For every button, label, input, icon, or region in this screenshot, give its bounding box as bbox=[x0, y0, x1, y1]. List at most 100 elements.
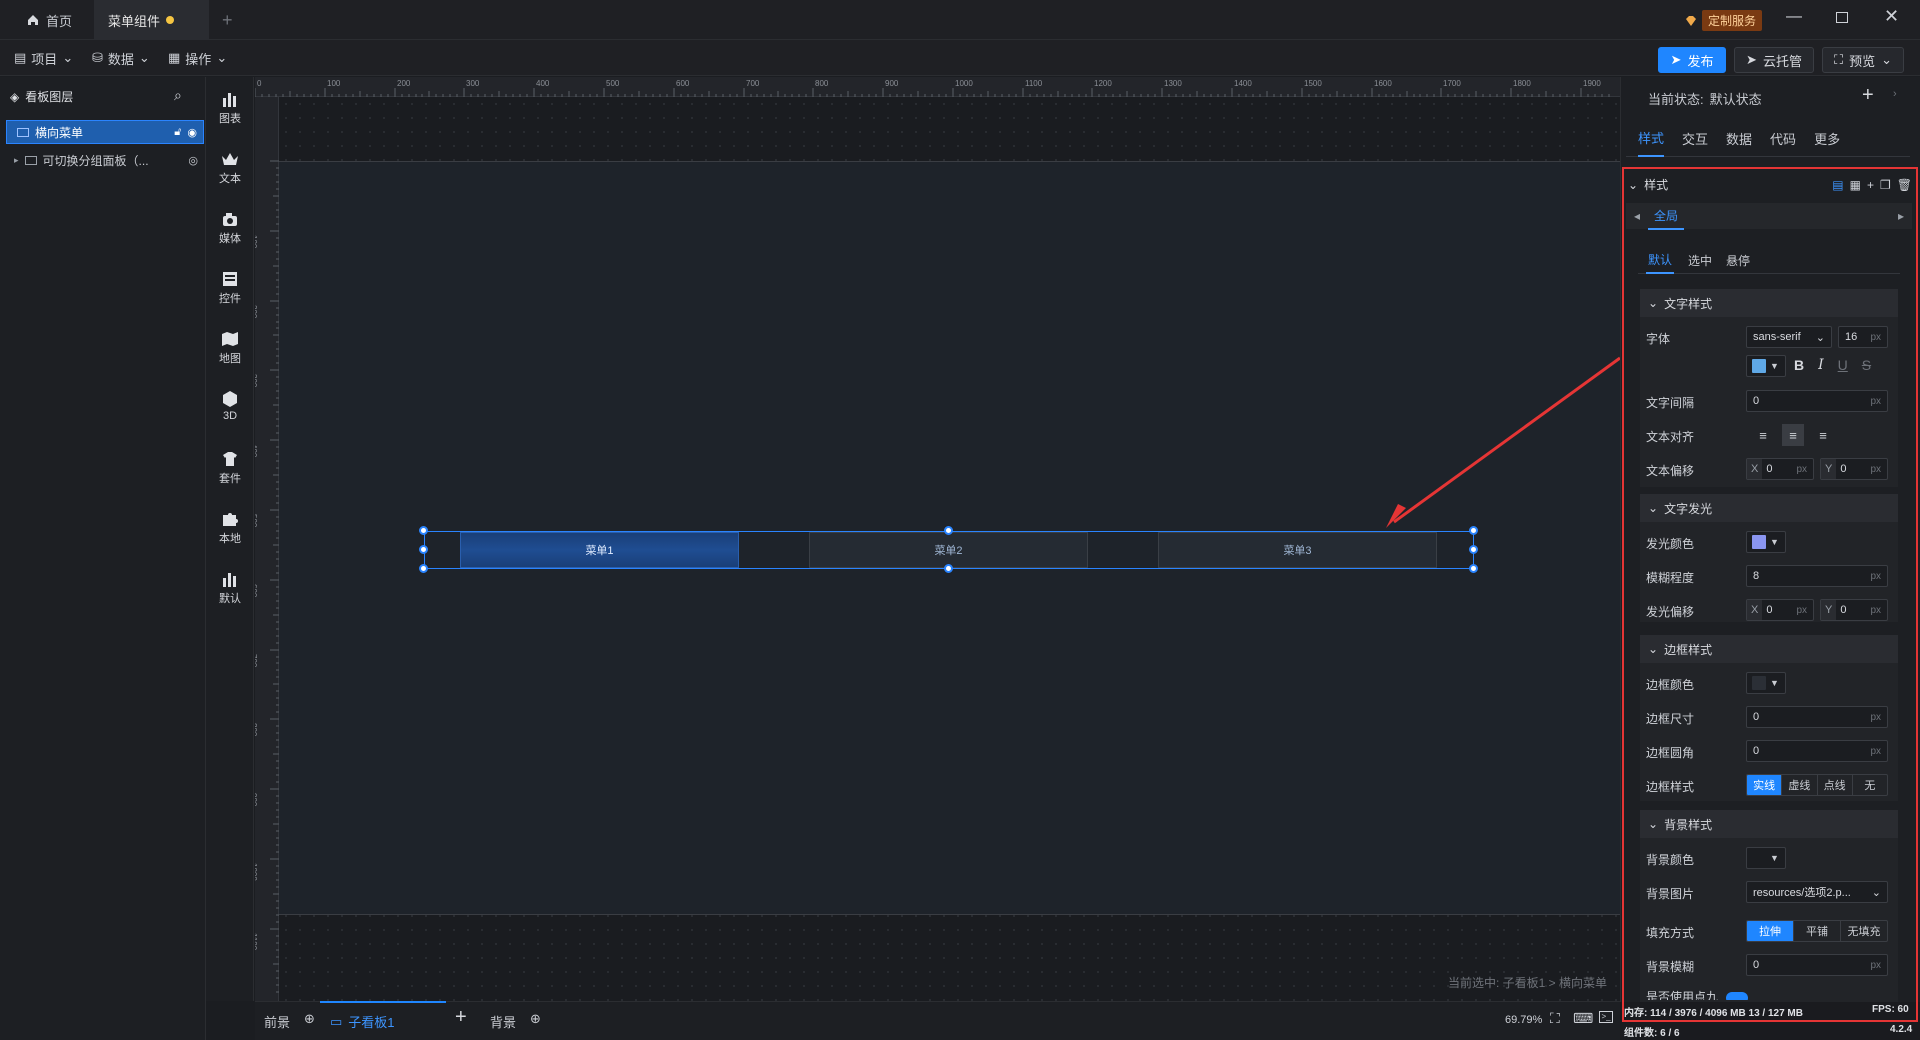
glow-offset-y-input[interactable]: Y 0 px bbox=[1820, 599, 1888, 621]
tab-menu-component[interactable]: 菜单组件 bbox=[94, 0, 209, 40]
publish-button[interactable]: ➤ 发布 bbox=[1658, 47, 1726, 73]
border-style-none[interactable]: 无 bbox=[1853, 775, 1887, 795]
letter-spacing-input[interactable]: 0 px bbox=[1746, 390, 1888, 412]
tool-chart[interactable]: 图表 bbox=[206, 90, 254, 126]
text-color-picker[interactable]: ▼ bbox=[1746, 355, 1786, 377]
border-radius-input[interactable]: 0 px bbox=[1746, 740, 1888, 762]
eye-off-icon[interactable]: ◎ bbox=[188, 154, 198, 167]
layer-item-group-panel[interactable]: ▸ 可切换分组面板（... ◎ bbox=[6, 148, 204, 172]
bg-blur-input[interactable]: 0 px bbox=[1746, 954, 1888, 976]
strikethrough-icon[interactable]: S bbox=[1862, 357, 1871, 373]
board-tab[interactable]: ▭ 子看板1 bbox=[320, 1001, 446, 1040]
border-style-dotted[interactable]: 点线 bbox=[1818, 775, 1853, 795]
border-style-solid[interactable]: 实线 bbox=[1747, 775, 1783, 795]
nine-patch-toggle[interactable] bbox=[1726, 992, 1749, 1000]
ops-menu[interactable]: ▦ 操作 ⌄ bbox=[168, 46, 227, 70]
tool-local[interactable]: 本地 bbox=[206, 510, 254, 546]
tool-control[interactable]: 控件 bbox=[206, 270, 254, 306]
resize-handle-w[interactable] bbox=[419, 545, 428, 554]
zoom-level[interactable]: 69.79% bbox=[1505, 1014, 1542, 1026]
tool-media[interactable]: 媒体 bbox=[206, 210, 254, 246]
glow-color-picker[interactable]: ▼ bbox=[1746, 531, 1786, 553]
background-header[interactable]: ⌄ 背景样式 bbox=[1640, 810, 1898, 838]
preview-button[interactable]: ⛶ 预览 ⌄ bbox=[1822, 47, 1904, 73]
unlock-icon[interactable]: 🔓︎ bbox=[174, 126, 181, 139]
chevron-right-icon[interactable]: › bbox=[1893, 88, 1897, 100]
background-layer-tab[interactable]: 背景 ⊕ bbox=[490, 1011, 541, 1031]
align-right-icon[interactable]: ≡ bbox=[1812, 424, 1834, 446]
resize-handle-sw[interactable] bbox=[419, 564, 428, 573]
glow-header[interactable]: ⌄ 文字发光 bbox=[1640, 494, 1898, 522]
grid-icon[interactable]: ▦ bbox=[1850, 178, 1861, 192]
resize-handle-s[interactable] bbox=[944, 564, 953, 573]
border-header[interactable]: ⌄ 边框样式 bbox=[1640, 635, 1898, 663]
tab-code[interactable]: 代码 bbox=[1770, 129, 1796, 148]
layer-item-horizontal-menu[interactable]: 横向菜单 🔓︎ ◉ bbox=[6, 120, 204, 144]
terminal-icon[interactable]: >_ bbox=[1599, 1011, 1613, 1023]
italic-icon[interactable]: I bbox=[1818, 357, 1824, 373]
menu-item-1[interactable]: 菜单1 bbox=[460, 532, 739, 568]
custom-service-button[interactable]: 定制服务 bbox=[1684, 10, 1763, 31]
fill-none[interactable]: 无填充 bbox=[1841, 921, 1887, 941]
font-size-input[interactable]: 16 px bbox=[1838, 326, 1888, 348]
fit-screen-icon[interactable]: ⛶ bbox=[1550, 1010, 1560, 1027]
tool-text[interactable]: 文本 bbox=[206, 150, 254, 186]
font-family-select[interactable]: sans-serif ⌄ bbox=[1746, 326, 1832, 348]
border-size-input[interactable]: 0 px bbox=[1746, 706, 1888, 728]
resize-handle-se[interactable] bbox=[1469, 564, 1478, 573]
text-offset-y-input[interactable]: Y 0 px bbox=[1820, 458, 1888, 480]
tool-map[interactable]: 地图 bbox=[206, 330, 254, 366]
expand-arrow-icon[interactable]: ▸ bbox=[14, 155, 19, 166]
search-icon[interactable]: ⌕ bbox=[174, 87, 182, 104]
add-circle-icon[interactable]: ⊕ bbox=[304, 1011, 315, 1027]
tab-interaction[interactable]: 交互 bbox=[1682, 129, 1708, 148]
tab-more[interactable]: 更多 bbox=[1814, 129, 1840, 148]
cloud-button[interactable]: ➤ 云托管 bbox=[1734, 47, 1814, 73]
scope-tab-global[interactable]: 全局 bbox=[1648, 203, 1685, 230]
resize-handle-n[interactable] bbox=[944, 526, 953, 535]
border-style-dashed[interactable]: 虚线 bbox=[1782, 775, 1818, 795]
underline-icon[interactable]: U bbox=[1838, 357, 1848, 373]
text-offset-x-input[interactable]: X 0 px bbox=[1746, 458, 1814, 480]
fill-stretch[interactable]: 拉伸 bbox=[1747, 921, 1794, 941]
state-tab-default[interactable]: 默认 bbox=[1646, 247, 1675, 274]
style-section-header[interactable]: ⌄ 样式 ▤ ▦ + ❐ 🗑︎ bbox=[1628, 176, 1912, 193]
align-center-icon[interactable]: ≡ bbox=[1782, 424, 1804, 446]
bg-color-picker[interactable]: ▼ bbox=[1746, 847, 1786, 869]
text-style-header[interactable]: ⌄ 文字样式 bbox=[1640, 289, 1898, 317]
chevron-right-icon[interactable]: ▸ bbox=[1890, 209, 1912, 223]
bg-image-select[interactable]: resources/选项2.p... ⌄ bbox=[1746, 881, 1888, 903]
state-tab-selected[interactable]: 选中 bbox=[1688, 252, 1712, 269]
resize-handle-nw[interactable] bbox=[419, 526, 428, 535]
align-left-icon[interactable]: ≡ bbox=[1752, 424, 1774, 446]
layout-icon[interactable]: ▤ bbox=[1832, 178, 1843, 192]
fill-tile[interactable]: 平铺 bbox=[1794, 921, 1841, 941]
plus-icon[interactable]: + bbox=[1867, 178, 1874, 192]
menu-item-3[interactable]: 菜单3 bbox=[1158, 532, 1437, 568]
add-board-button[interactable]: + bbox=[455, 1006, 467, 1029]
copy-icon[interactable]: ❐ bbox=[1880, 178, 1891, 192]
tool-default[interactable]: 默认 bbox=[206, 570, 254, 606]
chevron-left-icon[interactable]: ◂ bbox=[1626, 209, 1648, 223]
project-menu[interactable]: ▤ 项目 ⌄ bbox=[14, 46, 73, 70]
state-tab-hover[interactable]: 悬停 bbox=[1726, 252, 1750, 269]
glow-blur-input[interactable]: 8 px bbox=[1746, 565, 1888, 587]
tool-suite[interactable]: 套件 bbox=[206, 450, 254, 486]
trash-icon[interactable]: 🗑︎ bbox=[1897, 178, 1912, 192]
data-menu[interactable]: ⛁ 数据 ⌄ bbox=[92, 46, 150, 70]
close-icon[interactable]: ✕ bbox=[1884, 6, 1899, 27]
tab-data[interactable]: 数据 bbox=[1726, 129, 1752, 148]
add-state-button[interactable]: + bbox=[1862, 84, 1874, 107]
menu-item-2[interactable]: 菜单2 bbox=[809, 532, 1088, 568]
eye-icon[interactable]: ◉ bbox=[187, 126, 197, 139]
resize-handle-e[interactable] bbox=[1469, 545, 1478, 554]
tab-home[interactable]: 首页 bbox=[12, 0, 86, 40]
add-circle-icon[interactable]: ⊕ bbox=[530, 1011, 541, 1027]
tool-3d[interactable]: 3D bbox=[206, 390, 254, 422]
minimize-icon[interactable]: — bbox=[1786, 8, 1802, 26]
keyboard-icon[interactable]: ⌨ bbox=[1573, 1010, 1593, 1027]
foreground-layer-tab[interactable]: 前景 ⊕ bbox=[264, 1011, 315, 1031]
bold-icon[interactable]: B bbox=[1794, 357, 1804, 373]
glow-offset-x-input[interactable]: X 0 px bbox=[1746, 599, 1814, 621]
tab-style[interactable]: 样式 bbox=[1638, 120, 1665, 157]
